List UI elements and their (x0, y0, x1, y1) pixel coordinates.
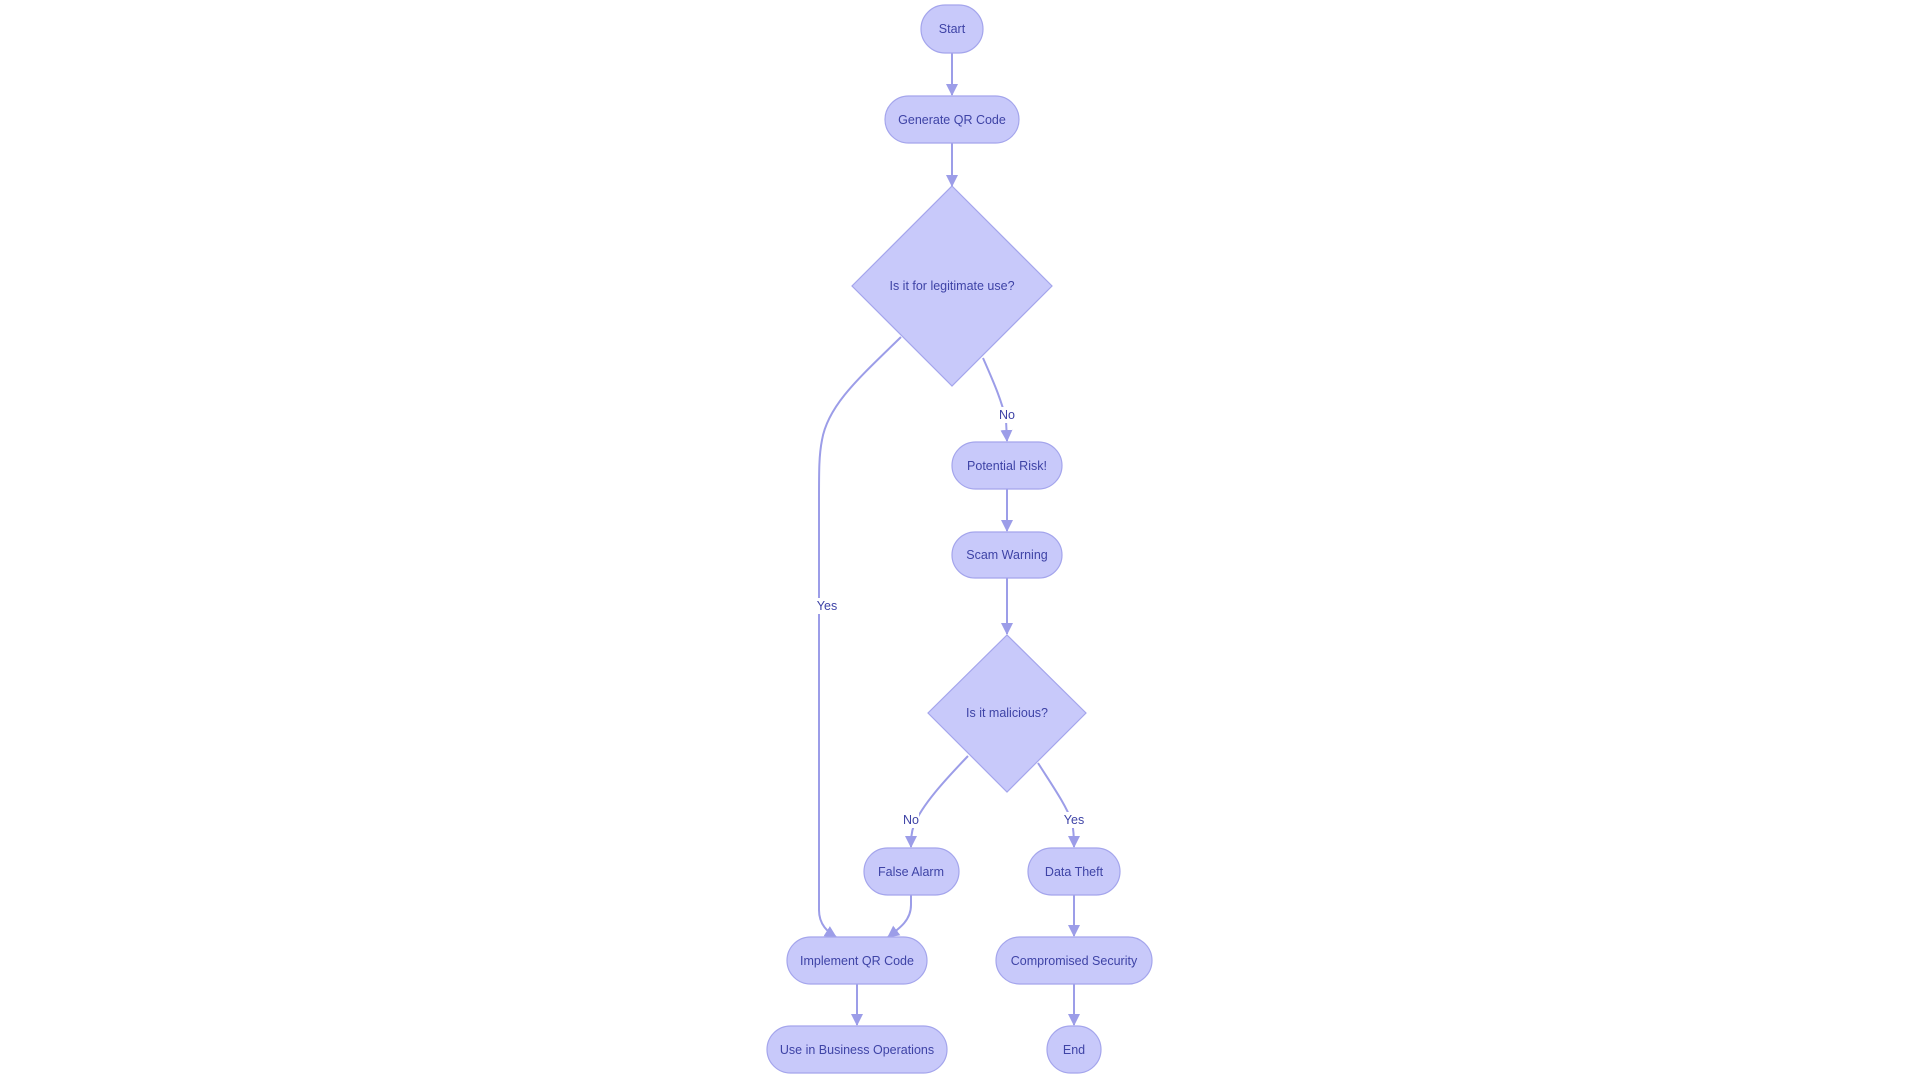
node-data-theft-label: Data Theft (1045, 865, 1104, 879)
decision-malicious: Is it malicious? (927, 634, 1087, 793)
edge-label-legit-no: No (999, 408, 1015, 422)
node-scam-warning: Scam Warning (951, 531, 1063, 579)
node-implement-label: Implement QR Code (800, 954, 914, 968)
decision-legitimate-label: Is it for legitimate use? (889, 279, 1014, 293)
edge-legit-implement (818, 336, 902, 938)
node-business-label: Use in Business Operations (780, 1043, 934, 1057)
decision-malicious-label: Is it malicious? (966, 706, 1048, 720)
node-end-label: End (1063, 1043, 1085, 1057)
node-generate-label: Generate QR Code (898, 113, 1006, 127)
node-generate-qr-code: Generate QR Code (884, 95, 1020, 144)
edge-label-legit-yes: Yes (817, 599, 837, 613)
edge-label-malicious-no: No (903, 813, 919, 827)
edge-label-malicious-yes: Yes (1064, 813, 1084, 827)
node-compromised-security: Compromised Security (995, 936, 1153, 985)
node-false-alarm-label: False Alarm (878, 865, 944, 879)
node-implement-qr-code: Implement QR Code (786, 936, 928, 985)
node-start-label: Start (939, 22, 966, 36)
node-end: End (1046, 1025, 1102, 1074)
node-data-theft: Data Theft (1027, 847, 1121, 896)
node-false-alarm: False Alarm (863, 847, 960, 896)
edge-legit-risk (982, 357, 1013, 442)
node-compromised-label: Compromised Security (1011, 954, 1138, 968)
node-risk-label: Potential Risk! (967, 459, 1047, 473)
node-scam-label: Scam Warning (966, 548, 1048, 562)
edge-false-alarm-implement (887, 895, 912, 938)
node-use-in-business-operations: Use in Business Operations (766, 1025, 948, 1074)
node-start: Start (920, 4, 984, 54)
edge-malicious-false-alarm (905, 755, 969, 848)
edge-malicious-data-theft (1037, 762, 1080, 848)
node-potential-risk: Potential Risk! (951, 441, 1063, 490)
flowchart-canvas: No Yes No Yes Start Generate QR Code Is … (766, 4, 1153, 1074)
